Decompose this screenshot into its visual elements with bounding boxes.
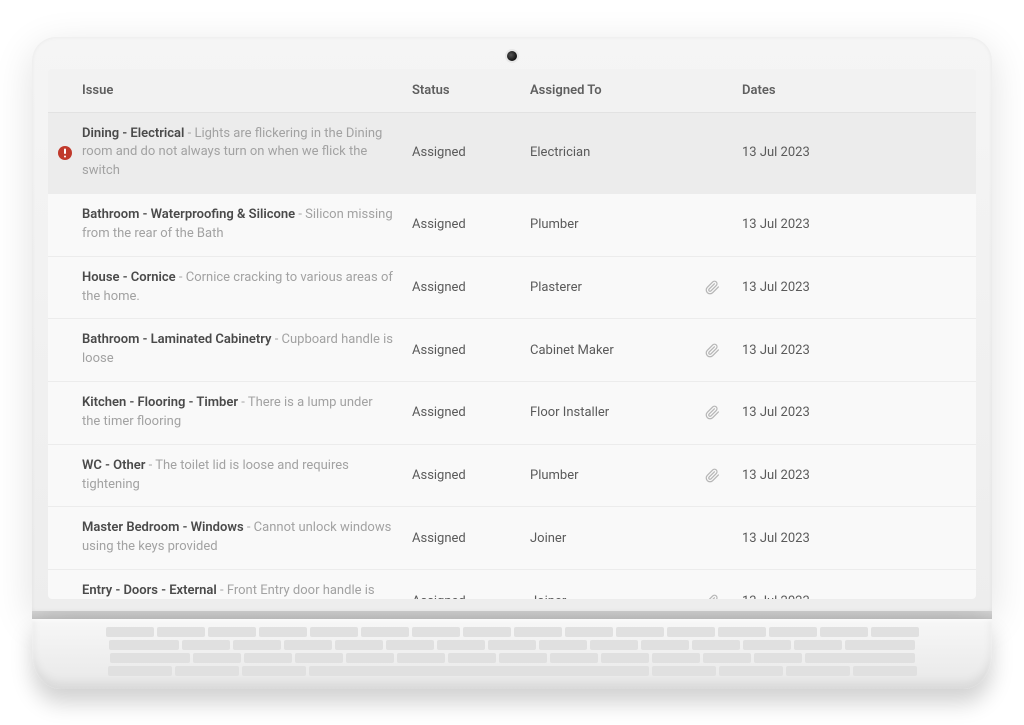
- issue-cell[interactable]: Bathroom - Waterproofing & Silicone - Si…: [82, 206, 412, 244]
- date-cell: 13 Jul 2023: [742, 594, 976, 599]
- issues-table: Issue Status Assigned To Dates Dining - …: [48, 69, 976, 599]
- webcam-icon: [507, 51, 517, 61]
- status-cell: Assigned: [412, 468, 530, 483]
- laptop-hinge: [32, 611, 992, 619]
- status-cell: Assigned: [412, 531, 530, 546]
- issue-cell[interactable]: WC - Other - The toilet lid is loose and…: [82, 457, 412, 495]
- date-cell: 13 Jul 2023: [742, 280, 976, 295]
- date-cell: 13 Jul 2023: [742, 405, 976, 420]
- assigned-cell: Plumber: [530, 217, 682, 232]
- issue-cell[interactable]: Dining - Electrical - Lights are flicker…: [82, 125, 412, 182]
- issue-title: WC - Other: [82, 458, 145, 473]
- assigned-cell: Joiner: [530, 594, 682, 599]
- date-cell: 13 Jul 2023: [742, 468, 976, 483]
- assigned-cell: Electrician: [530, 145, 682, 160]
- table-row[interactable]: WC - Other - The toilet lid is loose and…: [48, 445, 976, 508]
- assigned-cell: Plasterer: [530, 280, 682, 295]
- issue-title: House - Cornice: [82, 270, 176, 285]
- attachment-cell[interactable]: [682, 280, 742, 295]
- assigned-cell: Cabinet Maker: [530, 343, 682, 358]
- date-cell: 13 Jul 2023: [742, 343, 976, 358]
- assigned-cell: Floor Installer: [530, 405, 682, 420]
- table-row[interactable]: Bathroom - Waterproofing & Silicone - Si…: [48, 194, 976, 257]
- status-cell: Assigned: [412, 343, 530, 358]
- paperclip-icon[interactable]: [705, 343, 720, 358]
- issue-title: Kitchen - Flooring - Timber: [82, 395, 238, 410]
- date-cell: 13 Jul 2023: [742, 531, 976, 546]
- attachment-cell[interactable]: [682, 594, 742, 599]
- assigned-cell: Joiner: [530, 531, 682, 546]
- issue-title: Dining - Electrical: [82, 126, 184, 141]
- paperclip-icon[interactable]: [705, 594, 720, 599]
- status-cell: Assigned: [412, 594, 530, 599]
- col-issue[interactable]: Issue: [82, 83, 412, 98]
- laptop-mockup: Issue Status Assigned To Dates Dining - …: [32, 37, 992, 689]
- issue-title: Master Bedroom - Windows: [82, 520, 244, 535]
- table-row[interactable]: Kitchen - Flooring - Timber - There is a…: [48, 382, 976, 445]
- issue-cell[interactable]: Entry - Doors - External - Front Entry d…: [82, 582, 412, 598]
- col-status[interactable]: Status: [412, 83, 530, 98]
- status-cell: Assigned: [412, 217, 530, 232]
- col-dates[interactable]: Dates: [742, 83, 976, 98]
- date-cell: 13 Jul 2023: [742, 217, 976, 232]
- alert-icon: [57, 145, 73, 161]
- priority-cell: [48, 145, 82, 161]
- status-cell: Assigned: [412, 145, 530, 160]
- attachment-cell[interactable]: [682, 405, 742, 420]
- issue-cell[interactable]: Bathroom - Laminated Cabinetry - Cupboar…: [82, 331, 412, 369]
- date-cell: 13 Jul 2023: [742, 145, 976, 160]
- table-row[interactable]: Master Bedroom - Windows - Cannot unlock…: [48, 507, 976, 570]
- attachment-cell[interactable]: [682, 343, 742, 358]
- assigned-cell: Plumber: [530, 468, 682, 483]
- paperclip-icon[interactable]: [705, 468, 720, 483]
- status-cell: Assigned: [412, 405, 530, 420]
- laptop-bezel: Issue Status Assigned To Dates Dining - …: [32, 37, 992, 611]
- attachment-cell[interactable]: [682, 468, 742, 483]
- issue-title: Bathroom - Waterproofing & Silicone: [82, 207, 295, 222]
- keyboard: [82, 627, 942, 676]
- paperclip-icon[interactable]: [705, 280, 720, 295]
- paperclip-icon[interactable]: [705, 405, 720, 420]
- issue-title: Bathroom - Laminated Cabinetry: [82, 332, 271, 347]
- laptop-screen: Issue Status Assigned To Dates Dining - …: [48, 69, 976, 599]
- issue-cell[interactable]: House - Cornice - Cornice cracking to va…: [82, 269, 412, 307]
- laptop-base: [32, 619, 992, 689]
- issue-cell[interactable]: Kitchen - Flooring - Timber - There is a…: [82, 394, 412, 432]
- table-row[interactable]: Entry - Doors - External - Front Entry d…: [48, 570, 976, 598]
- col-assigned[interactable]: Assigned To: [530, 83, 682, 98]
- table-header-row: Issue Status Assigned To Dates: [48, 69, 976, 113]
- issue-title: Entry - Doors - External: [82, 583, 217, 598]
- table-row[interactable]: House - Cornice - Cornice cracking to va…: [48, 257, 976, 320]
- table-row[interactable]: Dining - Electrical - Lights are flicker…: [48, 113, 976, 195]
- issue-cell[interactable]: Master Bedroom - Windows - Cannot unlock…: [82, 519, 412, 557]
- status-cell: Assigned: [412, 280, 530, 295]
- table-row[interactable]: Bathroom - Laminated Cabinetry - Cupboar…: [48, 319, 976, 382]
